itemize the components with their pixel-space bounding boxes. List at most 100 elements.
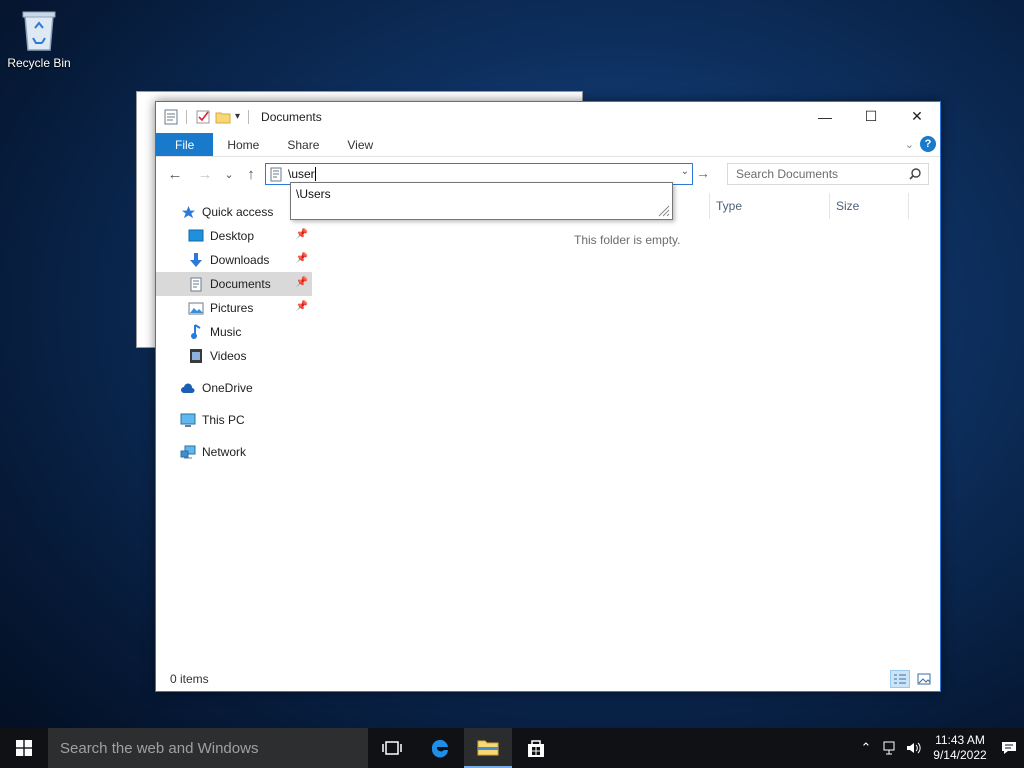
sidebar-item-label: Desktop: [210, 229, 255, 243]
customize-toolbar-chevron-icon[interactable]: ▾: [235, 111, 240, 122]
sidebar-item-pictures[interactable]: Pictures 📌: [188, 296, 312, 320]
forward-button[interactable]: →: [196, 164, 214, 184]
action-center-button[interactable]: [994, 740, 1024, 756]
recycle-bin-shortcut[interactable]: Recycle Bin: [4, 6, 74, 78]
large-icons-view-button[interactable]: [914, 670, 934, 688]
edge-browser-button[interactable]: [416, 728, 464, 768]
sidebar-item-label: Videos: [210, 349, 247, 363]
large-icons-view-icon: [917, 673, 931, 685]
file-explorer-taskbar-button[interactable]: [464, 728, 512, 768]
windows-logo-icon: [16, 740, 32, 756]
minimize-button[interactable]: —: [802, 102, 848, 131]
store-button[interactable]: [512, 728, 560, 768]
close-button[interactable]: ✕: [894, 102, 940, 131]
item-count: 0 items: [170, 672, 209, 686]
sidebar-item-desktop[interactable]: Desktop 📌: [188, 224, 312, 248]
system-tray: ⌃ 11:43 AM 9/14/2022: [854, 728, 1024, 768]
address-input[interactable]: \user: [288, 167, 315, 181]
go-button[interactable]: →: [696, 165, 710, 181]
search-input[interactable]: Search Documents: [736, 167, 838, 181]
file-explorer-window: ▾ Documents — ☐ ✕ File Home Share View ⌄…: [155, 101, 941, 692]
recycle-bin-label: Recycle Bin: [7, 56, 71, 70]
documents-icon: [188, 276, 204, 292]
up-button[interactable]: ↑: [242, 164, 260, 184]
maximize-button[interactable]: ☐: [848, 102, 894, 131]
back-button[interactable]: ←: [166, 164, 184, 184]
status-bar: 0 items: [156, 667, 940, 691]
help-icon[interactable]: ?: [920, 136, 936, 152]
volume-icon[interactable]: [902, 740, 926, 756]
ribbon-right-controls: ⌄ ?: [905, 136, 936, 152]
edge-icon: [431, 739, 448, 758]
text-cursor: [314, 167, 316, 181]
start-button[interactable]: [0, 728, 48, 768]
details-view-button[interactable]: [890, 670, 910, 688]
task-view-icon: [382, 741, 402, 755]
sidebar-item-network[interactable]: Network: [180, 440, 310, 464]
empty-folder-message: This folder is empty.: [574, 233, 681, 247]
clock-time: 11:43 AM: [935, 733, 985, 747]
pin-icon[interactable]: 📌: [296, 301, 308, 312]
new-folder-icon[interactable]: [215, 109, 231, 125]
sidebar-item-label: This PC: [202, 413, 245, 427]
sidebar-item-this-pc[interactable]: This PC: [180, 408, 310, 432]
sidebar-item-label: Music: [210, 325, 242, 339]
column-header-type[interactable]: Type: [709, 193, 829, 219]
autocomplete-suggestion[interactable]: \Users: [296, 187, 331, 201]
pin-icon[interactable]: 📌: [296, 277, 308, 288]
computer-icon: [180, 412, 196, 428]
pin-icon[interactable]: 📌: [296, 229, 308, 240]
taskbar: Search the web and Windows ⌃ 11:43 AM 9/…: [0, 728, 1024, 768]
tab-share[interactable]: Share: [273, 133, 333, 156]
column-header-size[interactable]: Size: [829, 193, 909, 219]
sidebar-item-label: Quick access: [202, 205, 274, 219]
music-icon: [188, 324, 204, 340]
clock[interactable]: 11:43 AM 9/14/2022: [926, 733, 994, 763]
toolbar-separator: [186, 109, 187, 124]
tab-file[interactable]: File: [156, 133, 214, 156]
pin-icon[interactable]: 📌: [296, 253, 308, 264]
star-icon: [180, 204, 196, 220]
sidebar-item-documents[interactable]: Documents 📌: [156, 272, 312, 296]
folder-icon: [477, 740, 499, 756]
sidebar-item-downloads[interactable]: Downloads 📌: [188, 248, 312, 272]
resize-grip-icon[interactable]: [658, 205, 670, 217]
clock-date: 9/14/2022: [933, 748, 987, 762]
show-hidden-icons-chevron-icon[interactable]: ⌃: [854, 740, 878, 756]
properties-icon[interactable]: [195, 109, 211, 125]
cloud-icon: [180, 380, 196, 396]
address-autocomplete-dropdown: \Users: [290, 182, 673, 220]
sidebar-item-label: Pictures: [210, 301, 254, 315]
recycle-bin-icon: [22, 11, 56, 51]
ribbon-tabs: File Home Share View ⌄ ?: [156, 133, 940, 157]
sidebar-item-music[interactable]: Music: [188, 320, 312, 344]
tab-home[interactable]: Home: [213, 133, 273, 156]
column-headers: Type Size: [709, 193, 909, 219]
navigation-pane: Quick access Desktop 📌 Downloads 📌 Docum…: [156, 198, 314, 668]
sidebar-item-videos[interactable]: Videos: [188, 344, 312, 368]
title-bar[interactable]: ▾ Documents — ☐ ✕: [156, 102, 940, 131]
documents-location-icon: [270, 167, 282, 181]
task-view-button[interactable]: [368, 728, 416, 768]
search-box[interactable]: Search Documents: [727, 163, 929, 185]
sidebar-item-label: Downloads: [210, 253, 270, 267]
details-view-icon: [894, 674, 906, 684]
sidebar-item-label: Documents: [210, 277, 271, 291]
network-icon: [180, 444, 196, 460]
network-status-icon[interactable]: [878, 740, 902, 756]
expand-ribbon-chevron-icon[interactable]: ⌄: [905, 138, 914, 151]
store-bag-icon: [528, 740, 544, 757]
search-icon: [909, 168, 921, 180]
downloads-icon: [188, 252, 204, 268]
quick-access-toolbar: ▾: [164, 109, 253, 125]
sidebar-item-onedrive[interactable]: OneDrive: [180, 376, 310, 400]
tab-view[interactable]: View: [333, 133, 387, 156]
sidebar-item-label: Network: [202, 445, 247, 459]
address-dropdown-chevron-icon[interactable]: ⌄: [681, 166, 689, 177]
taskbar-search-input[interactable]: Search the web and Windows: [60, 740, 258, 757]
taskbar-search-box[interactable]: Search the web and Windows: [48, 728, 368, 768]
sidebar-item-label: OneDrive: [202, 381, 253, 395]
window-controls: — ☐ ✕: [802, 102, 940, 131]
window-title: Documents: [261, 109, 322, 124]
recent-locations-button[interactable]: ⌄: [220, 164, 238, 184]
